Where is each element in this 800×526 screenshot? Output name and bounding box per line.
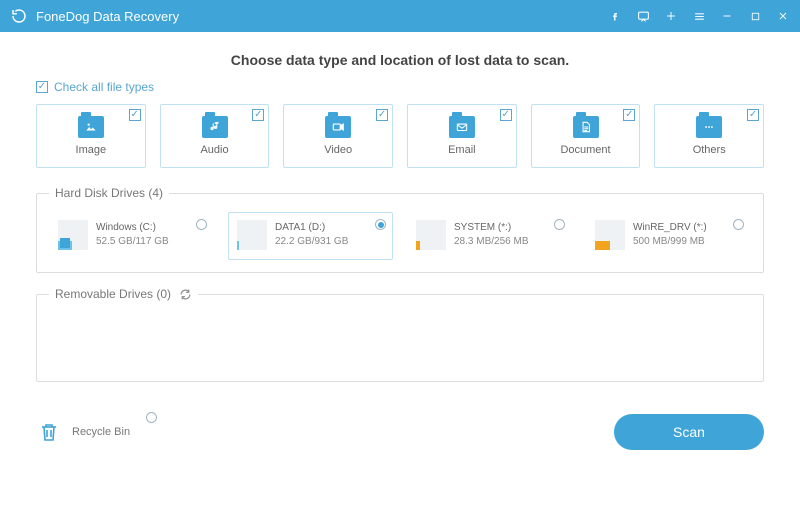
removable-body-empty <box>49 313 751 369</box>
checkbox-icon: ✓ <box>376 109 388 121</box>
maximize-icon[interactable] <box>748 9 762 23</box>
drive-size: 52.5 GB/117 GB <box>96 236 169 248</box>
checkbox-icon: ✓ <box>252 109 264 121</box>
close-icon[interactable] <box>776 9 790 23</box>
recycle-bin-option[interactable]: Recycle Bin <box>36 418 130 446</box>
file-type-others[interactable]: ✓ Others <box>654 104 764 168</box>
app-title: FoneDog Data Recovery <box>36 9 608 24</box>
scan-button[interactable]: Scan <box>614 414 764 450</box>
refresh-icon[interactable] <box>179 288 192 301</box>
file-type-email[interactable]: ✓ Email <box>407 104 517 168</box>
audio-folder-icon <box>202 116 228 138</box>
checkbox-icon: ✓ <box>129 109 141 121</box>
file-type-label: Audio <box>200 144 228 156</box>
checkbox-icon: ✓ <box>500 109 512 121</box>
others-folder-icon <box>696 116 722 138</box>
drive-name: WinRE_DRV (*:) <box>633 222 707 234</box>
document-folder-icon <box>573 116 599 138</box>
drive-item[interactable]: Windows (C:) 52.5 GB/117 GB <box>49 212 214 260</box>
window-controls <box>608 9 790 23</box>
radio-icon <box>733 219 744 230</box>
plus-icon[interactable] <box>664 9 678 23</box>
feedback-icon[interactable] <box>636 9 650 23</box>
hdd-section-title: Hard Disk Drives (4) <box>49 186 169 200</box>
radio-icon <box>146 412 157 423</box>
file-type-label: Video <box>324 144 352 156</box>
file-type-video[interactable]: ✓ Video <box>283 104 393 168</box>
titlebar: FoneDog Data Recovery <box>0 0 800 32</box>
page-headline: Choose data type and location of lost da… <box>36 52 764 68</box>
file-type-label: Document <box>560 144 610 156</box>
drive-item[interactable]: WinRE_DRV (*:) 500 MB/999 MB <box>586 212 751 260</box>
drive-size: 22.2 GB/931 GB <box>275 236 348 248</box>
drive-icon <box>58 220 88 250</box>
radio-icon <box>554 219 565 230</box>
file-type-row: ✓ Image ✓ Audio ✓ Video ✓ Email ✓ Docume… <box>36 104 764 168</box>
radio-icon <box>196 219 207 230</box>
video-folder-icon <box>325 116 351 138</box>
drive-icon <box>595 220 625 250</box>
drive-item[interactable]: DATA1 (D:) 22.2 GB/931 GB <box>228 212 393 260</box>
checkbox-icon: ✓ <box>747 109 759 121</box>
check-all-label: Check all file types <box>54 80 154 94</box>
drive-name: Windows (C:) <box>96 222 169 234</box>
file-type-image[interactable]: ✓ Image <box>36 104 146 168</box>
minimize-icon[interactable] <box>720 9 734 23</box>
menu-icon[interactable] <box>692 9 706 23</box>
file-type-document[interactable]: ✓ Document <box>531 104 641 168</box>
drive-item[interactable]: SYSTEM (*:) 28.3 MB/256 MB <box>407 212 572 260</box>
check-all-file-types[interactable]: ✓ Check all file types <box>36 80 764 94</box>
file-type-label: Email <box>448 144 476 156</box>
file-type-label: Others <box>693 144 726 156</box>
drive-icon <box>237 220 267 250</box>
removable-section-title: Removable Drives (0) <box>55 287 171 301</box>
app-logo-icon <box>10 7 28 25</box>
recycle-bin-label: Recycle Bin <box>72 426 130 438</box>
drive-size: 500 MB/999 MB <box>633 236 707 248</box>
drive-icon <box>416 220 446 250</box>
removable-section: Removable Drives (0) <box>36 287 764 382</box>
checkbox-icon: ✓ <box>623 109 635 121</box>
hdd-section: Hard Disk Drives (4) Windows (C:) 52.5 GB… <box>36 186 764 273</box>
checkbox-icon: ✓ <box>36 81 48 93</box>
image-folder-icon <box>78 116 104 138</box>
file-type-audio[interactable]: ✓ Audio <box>160 104 270 168</box>
facebook-icon[interactable] <box>608 9 622 23</box>
drive-size: 28.3 MB/256 MB <box>454 236 528 248</box>
recycle-bin-icon <box>36 418 62 446</box>
file-type-label: Image <box>76 144 107 156</box>
radio-icon <box>375 219 386 230</box>
drive-list: Windows (C:) 52.5 GB/117 GB DATA1 (D:) 22.2… <box>49 212 751 260</box>
email-folder-icon <box>449 116 475 138</box>
drive-name: SYSTEM (*:) <box>454 222 528 234</box>
drive-name: DATA1 (D:) <box>275 222 348 234</box>
